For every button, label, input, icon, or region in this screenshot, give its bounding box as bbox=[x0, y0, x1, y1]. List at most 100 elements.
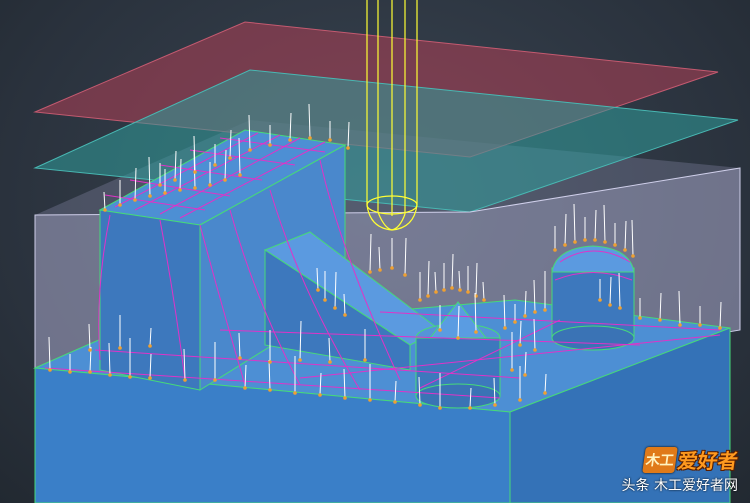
toolpath-point bbox=[618, 306, 622, 310]
toolpath-point bbox=[178, 188, 182, 192]
toolpath-point bbox=[543, 391, 547, 395]
toolpath-point bbox=[128, 375, 132, 379]
toolpath-point bbox=[228, 156, 232, 160]
toolpath-point bbox=[438, 406, 442, 410]
toolpath-point bbox=[523, 373, 527, 377]
toolpath-point bbox=[223, 178, 227, 182]
toolpath-point bbox=[393, 400, 397, 404]
toolpath-point bbox=[631, 254, 635, 258]
toolpath-point bbox=[148, 344, 152, 348]
toolpath-point bbox=[678, 323, 682, 327]
watermark: 木工 爱好者 头条 木工爱好者网 bbox=[590, 445, 740, 495]
toolpath-point bbox=[533, 348, 537, 352]
toolpath-point bbox=[638, 316, 642, 320]
toolpath-point bbox=[293, 391, 297, 395]
toolpath-point bbox=[518, 398, 522, 402]
toolpath-point bbox=[543, 308, 547, 312]
toolpath-point bbox=[482, 298, 486, 302]
toolpath-point bbox=[148, 194, 152, 198]
toolpath-point bbox=[658, 318, 662, 322]
toolpath-point bbox=[88, 370, 92, 374]
toolpath-point bbox=[553, 248, 557, 252]
watermark-logo: 木工 爱好者 bbox=[642, 445, 740, 474]
toolpath-point bbox=[213, 163, 217, 167]
toolpath-point bbox=[458, 288, 462, 292]
machining-scene bbox=[33, 0, 741, 503]
toolpath-point bbox=[343, 396, 347, 400]
toolpath-point bbox=[343, 313, 347, 317]
toolpath-point bbox=[403, 273, 407, 277]
toolpath-point bbox=[318, 393, 322, 397]
toolpath-point bbox=[368, 270, 372, 274]
toolpath-point bbox=[163, 191, 167, 195]
toolpath-point bbox=[316, 288, 320, 292]
toolpath-point bbox=[563, 243, 567, 247]
toolpath-point bbox=[503, 326, 507, 330]
cylinder-right-bottom bbox=[551, 325, 635, 351]
toolpath-point bbox=[308, 136, 312, 140]
toolpath-point bbox=[426, 294, 430, 298]
toolpath-point bbox=[523, 314, 527, 318]
toolpath-point bbox=[434, 290, 438, 294]
toolpath-point bbox=[533, 310, 537, 314]
toolpath-point bbox=[238, 173, 242, 177]
toolpath-point bbox=[573, 240, 577, 244]
toolpath-point bbox=[103, 208, 107, 212]
toolpath-point bbox=[418, 403, 422, 407]
toolpath-point bbox=[328, 360, 332, 364]
toolpath-point bbox=[363, 358, 367, 362]
toolpath-point bbox=[593, 238, 597, 242]
toolpath-point bbox=[623, 248, 627, 252]
toolpath-point bbox=[133, 198, 137, 202]
toolpath-point bbox=[718, 326, 722, 330]
logo-mark: 木工 bbox=[642, 446, 678, 473]
toolpath-point bbox=[456, 336, 460, 340]
toolpath-point bbox=[243, 386, 247, 390]
toolpath-point bbox=[466, 290, 470, 294]
toolpath-point bbox=[68, 370, 72, 374]
toolpath-point bbox=[193, 170, 197, 174]
toolpath-point bbox=[442, 288, 446, 292]
toolpath-point bbox=[268, 143, 272, 147]
toolpath-point bbox=[450, 286, 454, 290]
toolpath-point bbox=[608, 303, 612, 307]
toolpath-point bbox=[468, 406, 472, 410]
toolpath-point bbox=[598, 298, 602, 302]
toolpath-point bbox=[268, 360, 272, 364]
toolpath-point bbox=[698, 323, 702, 327]
tall-boss-front bbox=[99, 209, 201, 391]
toolpath-point bbox=[368, 398, 372, 402]
toolpath-point bbox=[158, 183, 162, 187]
toolpath-point bbox=[268, 388, 272, 392]
toolpath-point bbox=[88, 348, 92, 352]
toolpath-point bbox=[474, 330, 478, 334]
logo-text: 爱好者 bbox=[676, 449, 740, 473]
toolpath-point bbox=[173, 178, 177, 182]
toolpath-point bbox=[603, 240, 607, 244]
toolpath-point bbox=[208, 183, 212, 187]
toolpath-point bbox=[148, 376, 152, 380]
toolpath-point bbox=[323, 298, 327, 302]
toolpath-point bbox=[248, 148, 252, 152]
toolpath-point bbox=[48, 368, 52, 372]
toolpath-point bbox=[438, 328, 442, 332]
toolpath-point bbox=[613, 243, 617, 247]
toolpath-point bbox=[390, 266, 394, 270]
toolpath-point bbox=[513, 320, 517, 324]
toolpath-point bbox=[118, 346, 122, 350]
toolpath-point bbox=[510, 368, 514, 372]
toolpath-point bbox=[346, 146, 350, 150]
toolpath-point bbox=[238, 356, 242, 360]
toolpath-point bbox=[183, 378, 187, 382]
toolpath-point bbox=[493, 403, 497, 407]
cad-3d-viewport[interactable]: 木工 爱好者 头条 木工爱好者网 bbox=[0, 0, 750, 503]
toolpath-point bbox=[418, 298, 422, 302]
toolpath-point bbox=[333, 306, 337, 310]
toolpath-point bbox=[518, 343, 522, 347]
cylinder-center-bottom bbox=[415, 383, 501, 409]
toolpath-point bbox=[583, 238, 587, 242]
toolpath-point bbox=[108, 373, 112, 377]
toolpath-point bbox=[328, 138, 332, 142]
toolpath-point bbox=[288, 138, 292, 142]
watermark-caption: 头条 木工爱好者网 bbox=[621, 478, 738, 494]
